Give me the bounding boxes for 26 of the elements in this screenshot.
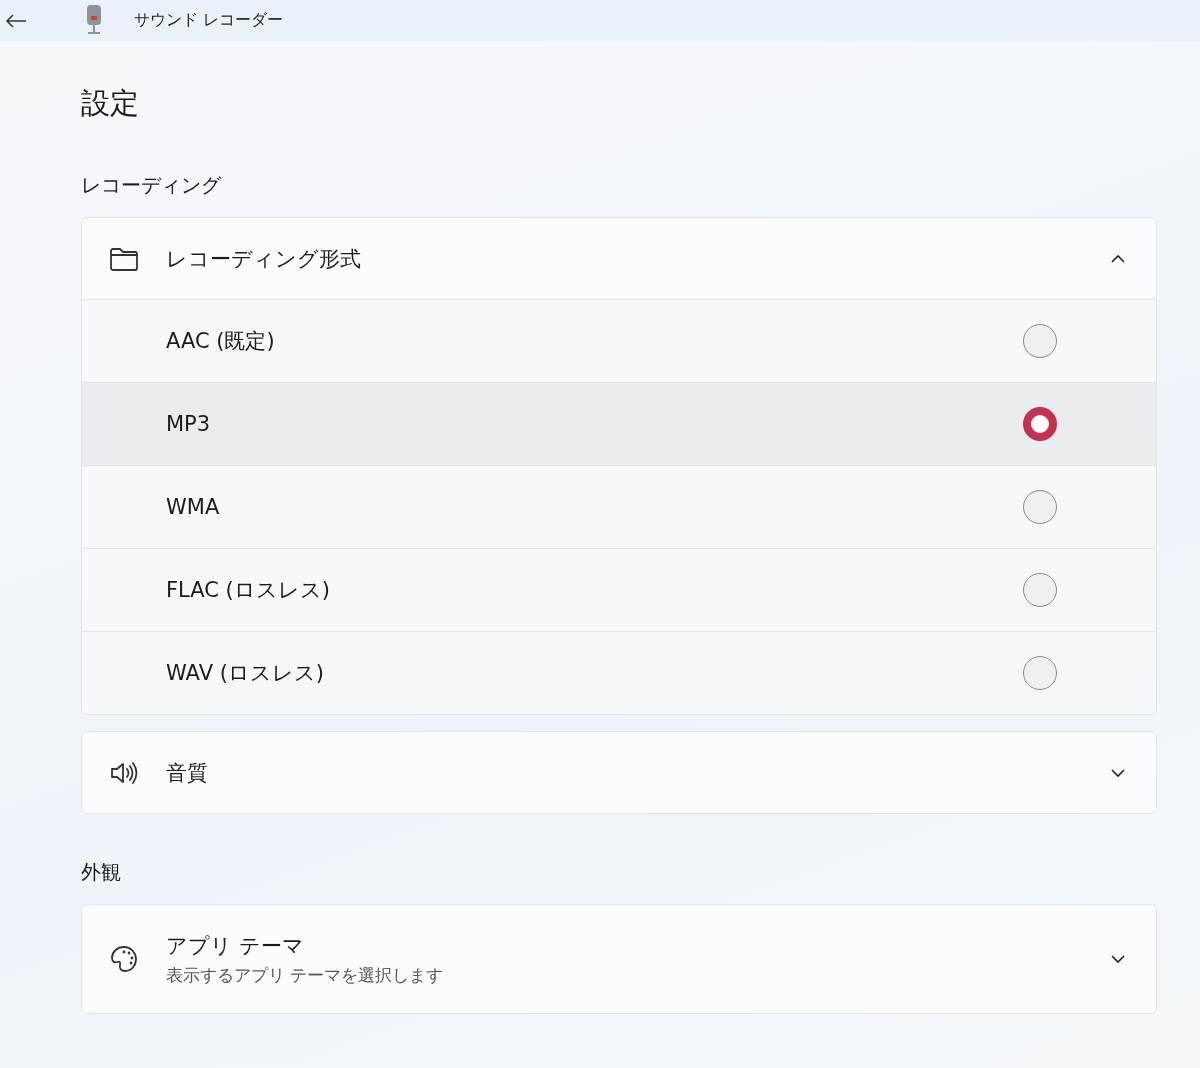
radio-button[interactable] [1023, 490, 1057, 524]
option-label: WMA [166, 495, 221, 519]
page-title: 設定 [81, 85, 140, 122]
card-title: アプリ テーマ [166, 932, 305, 960]
card-title: 音質 [166, 759, 209, 787]
palette-icon [109, 944, 139, 974]
radio-button[interactable] [1023, 407, 1057, 441]
option-label: AAC (既定) [166, 328, 276, 355]
card-title: レコーディング形式 [166, 245, 362, 273]
radio-button[interactable] [1023, 656, 1057, 690]
back-arrow-icon[interactable] [4, 12, 28, 29]
expander-header[interactable]: アプリ テーマ 表示するアプリ テーマを選択します [82, 905, 1156, 1013]
expander-header[interactable]: レコーディング形式 [82, 218, 1156, 299]
folder-icon [109, 245, 139, 272]
radio-button[interactable] [1023, 573, 1057, 607]
section-heading: 外観 [81, 859, 122, 886]
microphone-icon [86, 4, 102, 37]
option-label: FLAC (ロスレス) [166, 577, 331, 604]
card-description: 表示するアプリ テーマを選択します [166, 963, 445, 987]
window-title: サウンド レコーダー [134, 10, 284, 31]
section-heading: レコーディング [81, 172, 222, 199]
option-label: WAV (ロスレス) [166, 660, 326, 687]
option-label: MP3 [166, 412, 212, 436]
radio-button[interactable] [1023, 324, 1057, 358]
speaker-icon [109, 759, 139, 786]
expander-header[interactable]: 音質 [82, 732, 1156, 813]
